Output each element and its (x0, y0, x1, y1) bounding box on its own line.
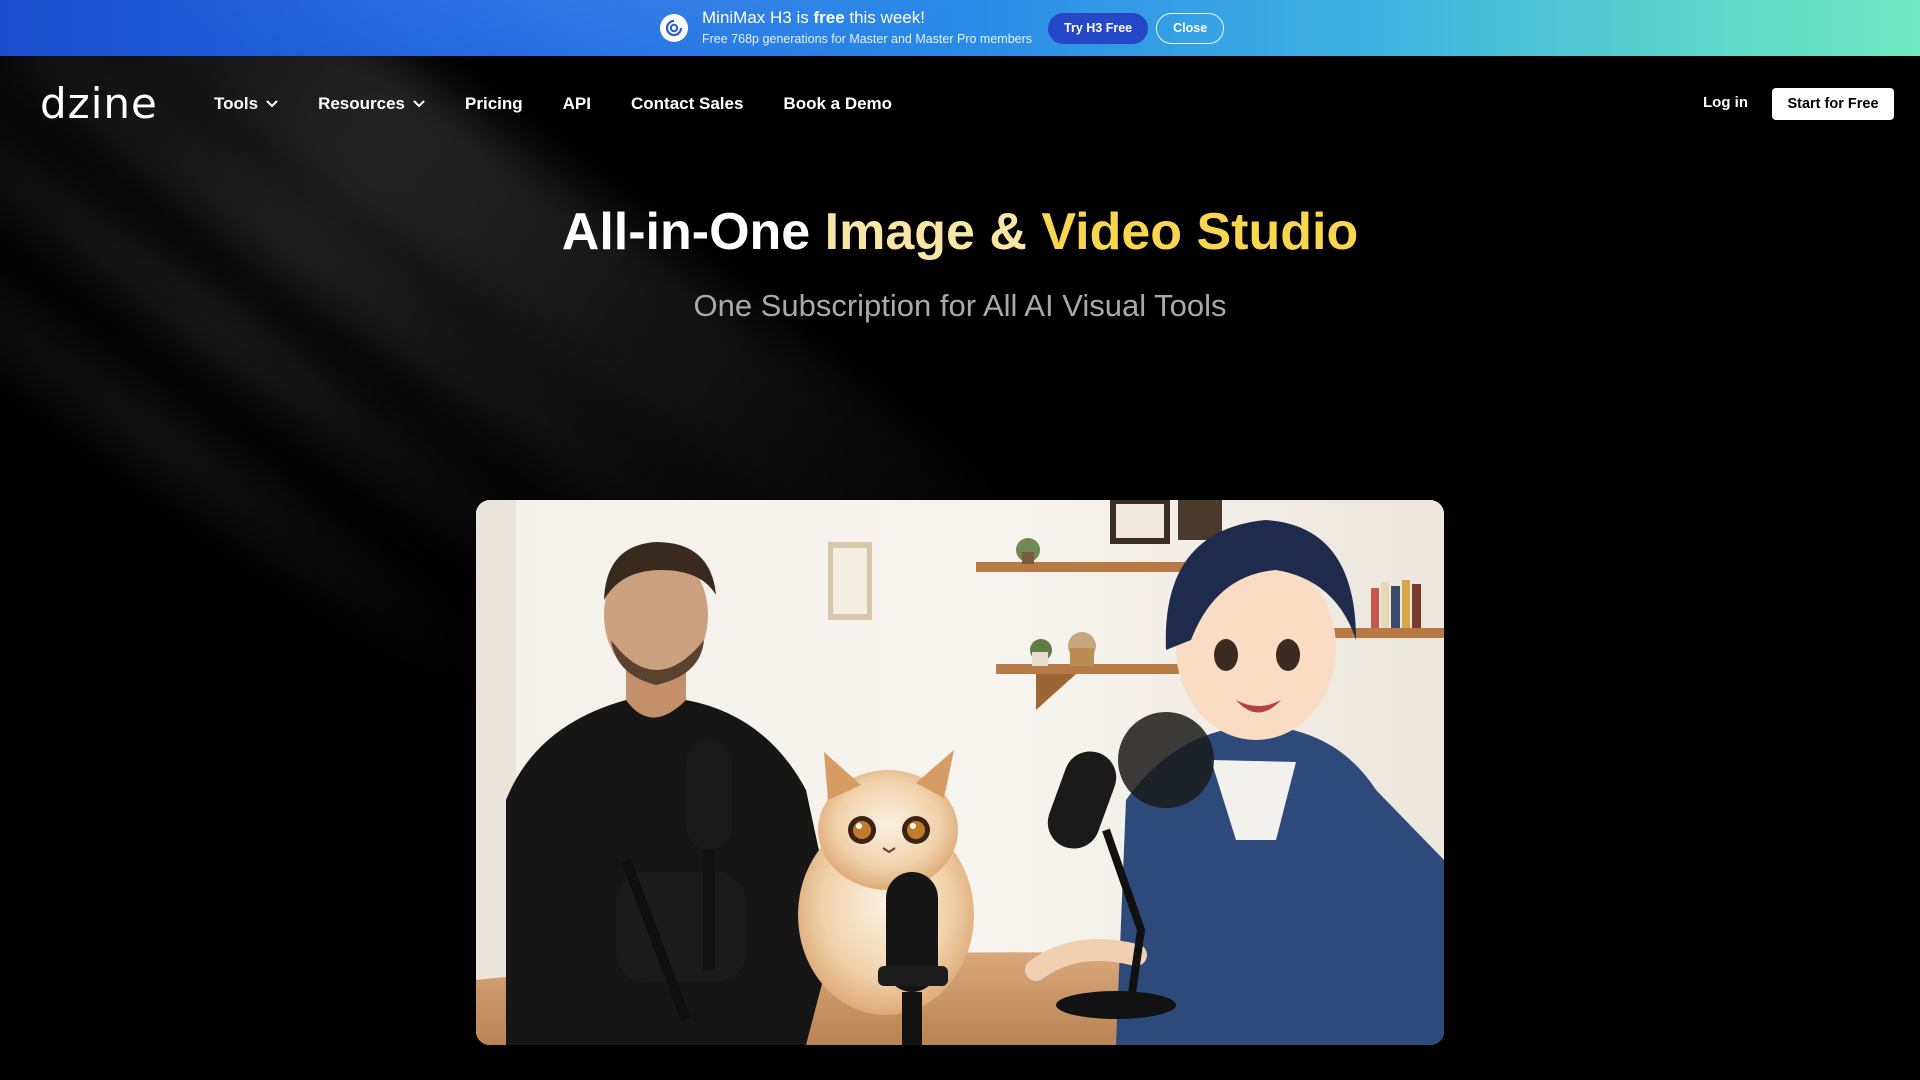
minimax-logo-icon (660, 14, 688, 42)
nav-item-tools[interactable]: Tools (214, 92, 278, 116)
dzine-logo[interactable]: dzine (40, 82, 158, 126)
nav-item-api[interactable]: API (563, 92, 591, 116)
hero-showcase-image (476, 500, 1444, 1045)
start-for-free-button[interactable]: Start for Free (1772, 88, 1894, 120)
promo-banner-text: MiniMax H3 is free this week! Free 768p … (702, 8, 1032, 48)
hero-subtitle: One Subscription for All AI Visual Tools (693, 288, 1227, 323)
close-banner-button[interactable]: Close (1156, 12, 1225, 44)
promo-banner: MiniMax H3 is free this week! Free 768p … (0, 0, 1920, 56)
hero-title-part-1: All-in-One (561, 203, 825, 261)
nav-item-resources-label: Resources (318, 94, 406, 113)
nav-links: Tools Resources Pricing API Contact Sale… (214, 92, 932, 116)
chevron-down-icon (413, 100, 425, 108)
hero-title-part-2: Image & (824, 203, 1042, 261)
nav-item-contact-sales[interactable]: Contact Sales (631, 92, 743, 116)
top-navigation: dzine Tools Resources Pricing API Contac… (0, 56, 1920, 152)
nav-item-book-a-demo[interactable]: Book a Demo (783, 92, 892, 116)
nav-item-resources[interactable]: Resources (318, 92, 425, 116)
try-h3-free-button[interactable]: Try H3 Free (1048, 12, 1149, 44)
chevron-down-icon (266, 100, 278, 108)
promo-headline: MiniMax H3 is free this week! (702, 8, 925, 27)
nav-item-tools-label: Tools (214, 94, 259, 113)
hero-title-part-3: Video Studio (1041, 203, 1359, 261)
hero-title: All-in-One Image & Video Studio (0, 200, 1920, 264)
nav-item-pricing[interactable]: Pricing (465, 92, 523, 116)
login-link[interactable]: Log in (1703, 94, 1748, 111)
podcast-scene-illustration (476, 500, 1444, 1045)
promo-banner-content: MiniMax H3 is free this week! Free 768p … (660, 0, 1225, 56)
promo-subtext: Free 768p generations for Master and Mas… (702, 32, 1033, 46)
